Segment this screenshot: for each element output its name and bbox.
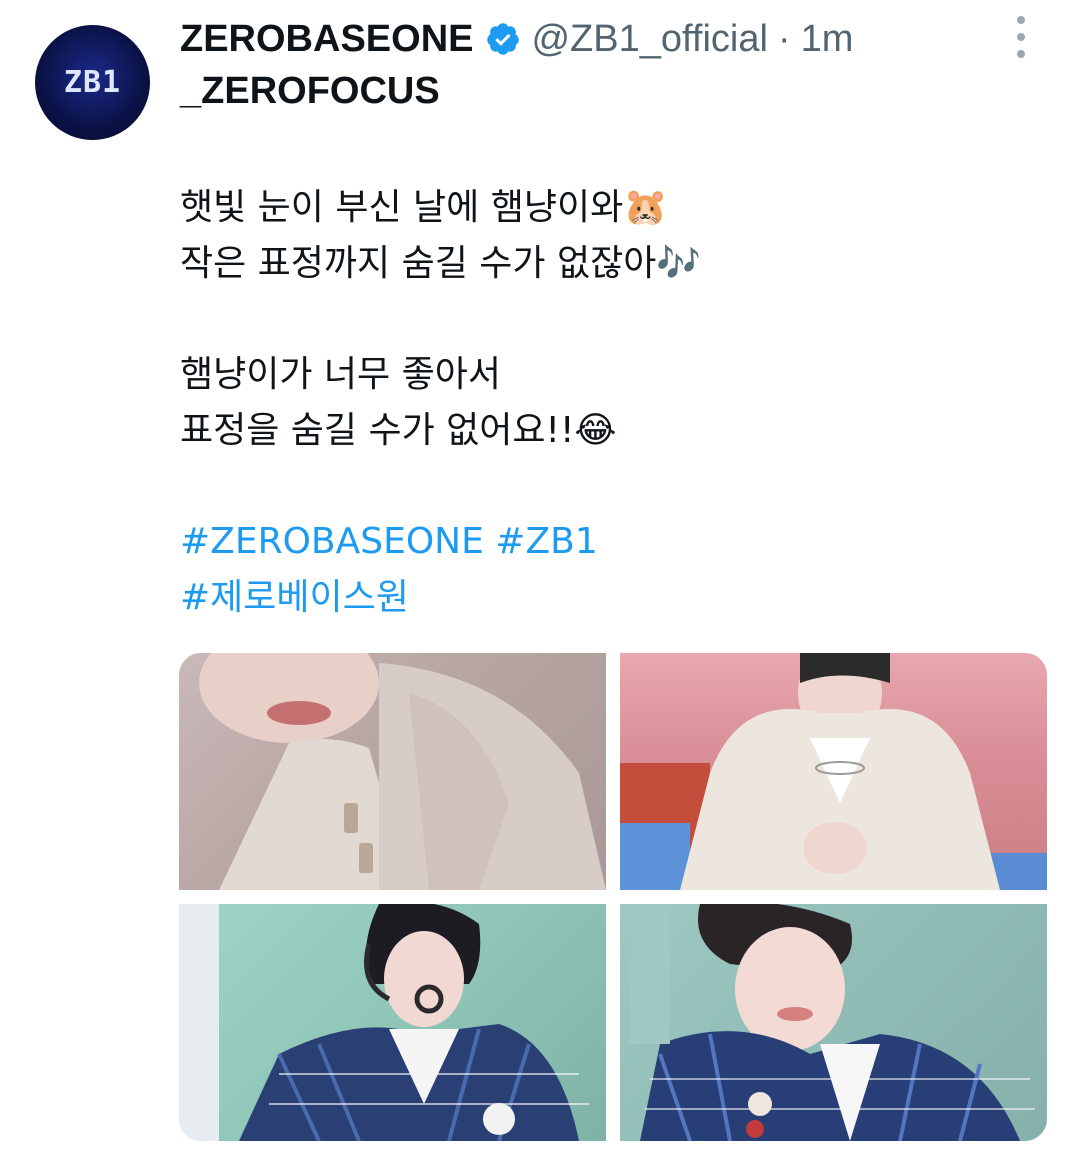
hashtag-link[interactable]: #ZEROBASEONE #ZB1: [180, 514, 1040, 570]
author-handle[interactable]: @ZB1_official: [531, 18, 767, 61]
tweet-line: 작은 표정까지 숨길 수가 없잖아🎶: [180, 243, 702, 284]
timestamp[interactable]: 1m: [801, 18, 854, 61]
hashtag-link[interactable]: #제로베이스원: [180, 570, 1040, 626]
avatar[interactable]: ZB1: [35, 25, 150, 140]
tweet-line: 햄냥이가 너무 좋아서: [180, 354, 501, 395]
more-options-icon[interactable]: [1006, 16, 1036, 58]
tweet-header: ZEROBASEONE @ZB1_official · 1m: [180, 14, 1050, 64]
tweet-line: 햇빛 눈이 부신 날에 햄냥이와🐹: [180, 187, 669, 228]
separator-dot: ·: [777, 17, 791, 60]
display-name-continued[interactable]: _ZEROFOCUS: [180, 70, 440, 113]
tweet-text: 햇빛 눈이 부신 날에 햄냥이와🐹 작은 표정까지 숨길 수가 없잖아🎶 햄냥이…: [180, 180, 1040, 626]
display-name[interactable]: ZEROBASEONE: [180, 18, 473, 61]
photo-1[interactable]: [179, 653, 606, 890]
media-grid: [179, 653, 1047, 1141]
verified-badge-icon: [485, 21, 521, 57]
avatar-logo: ZB1: [63, 65, 122, 100]
photo-2[interactable]: [620, 653, 1047, 890]
photo-4[interactable]: [620, 904, 1047, 1141]
photo-3[interactable]: [179, 904, 606, 1141]
tweet-line: 표정을 숨길 수가 없어요!!😂: [180, 410, 617, 451]
